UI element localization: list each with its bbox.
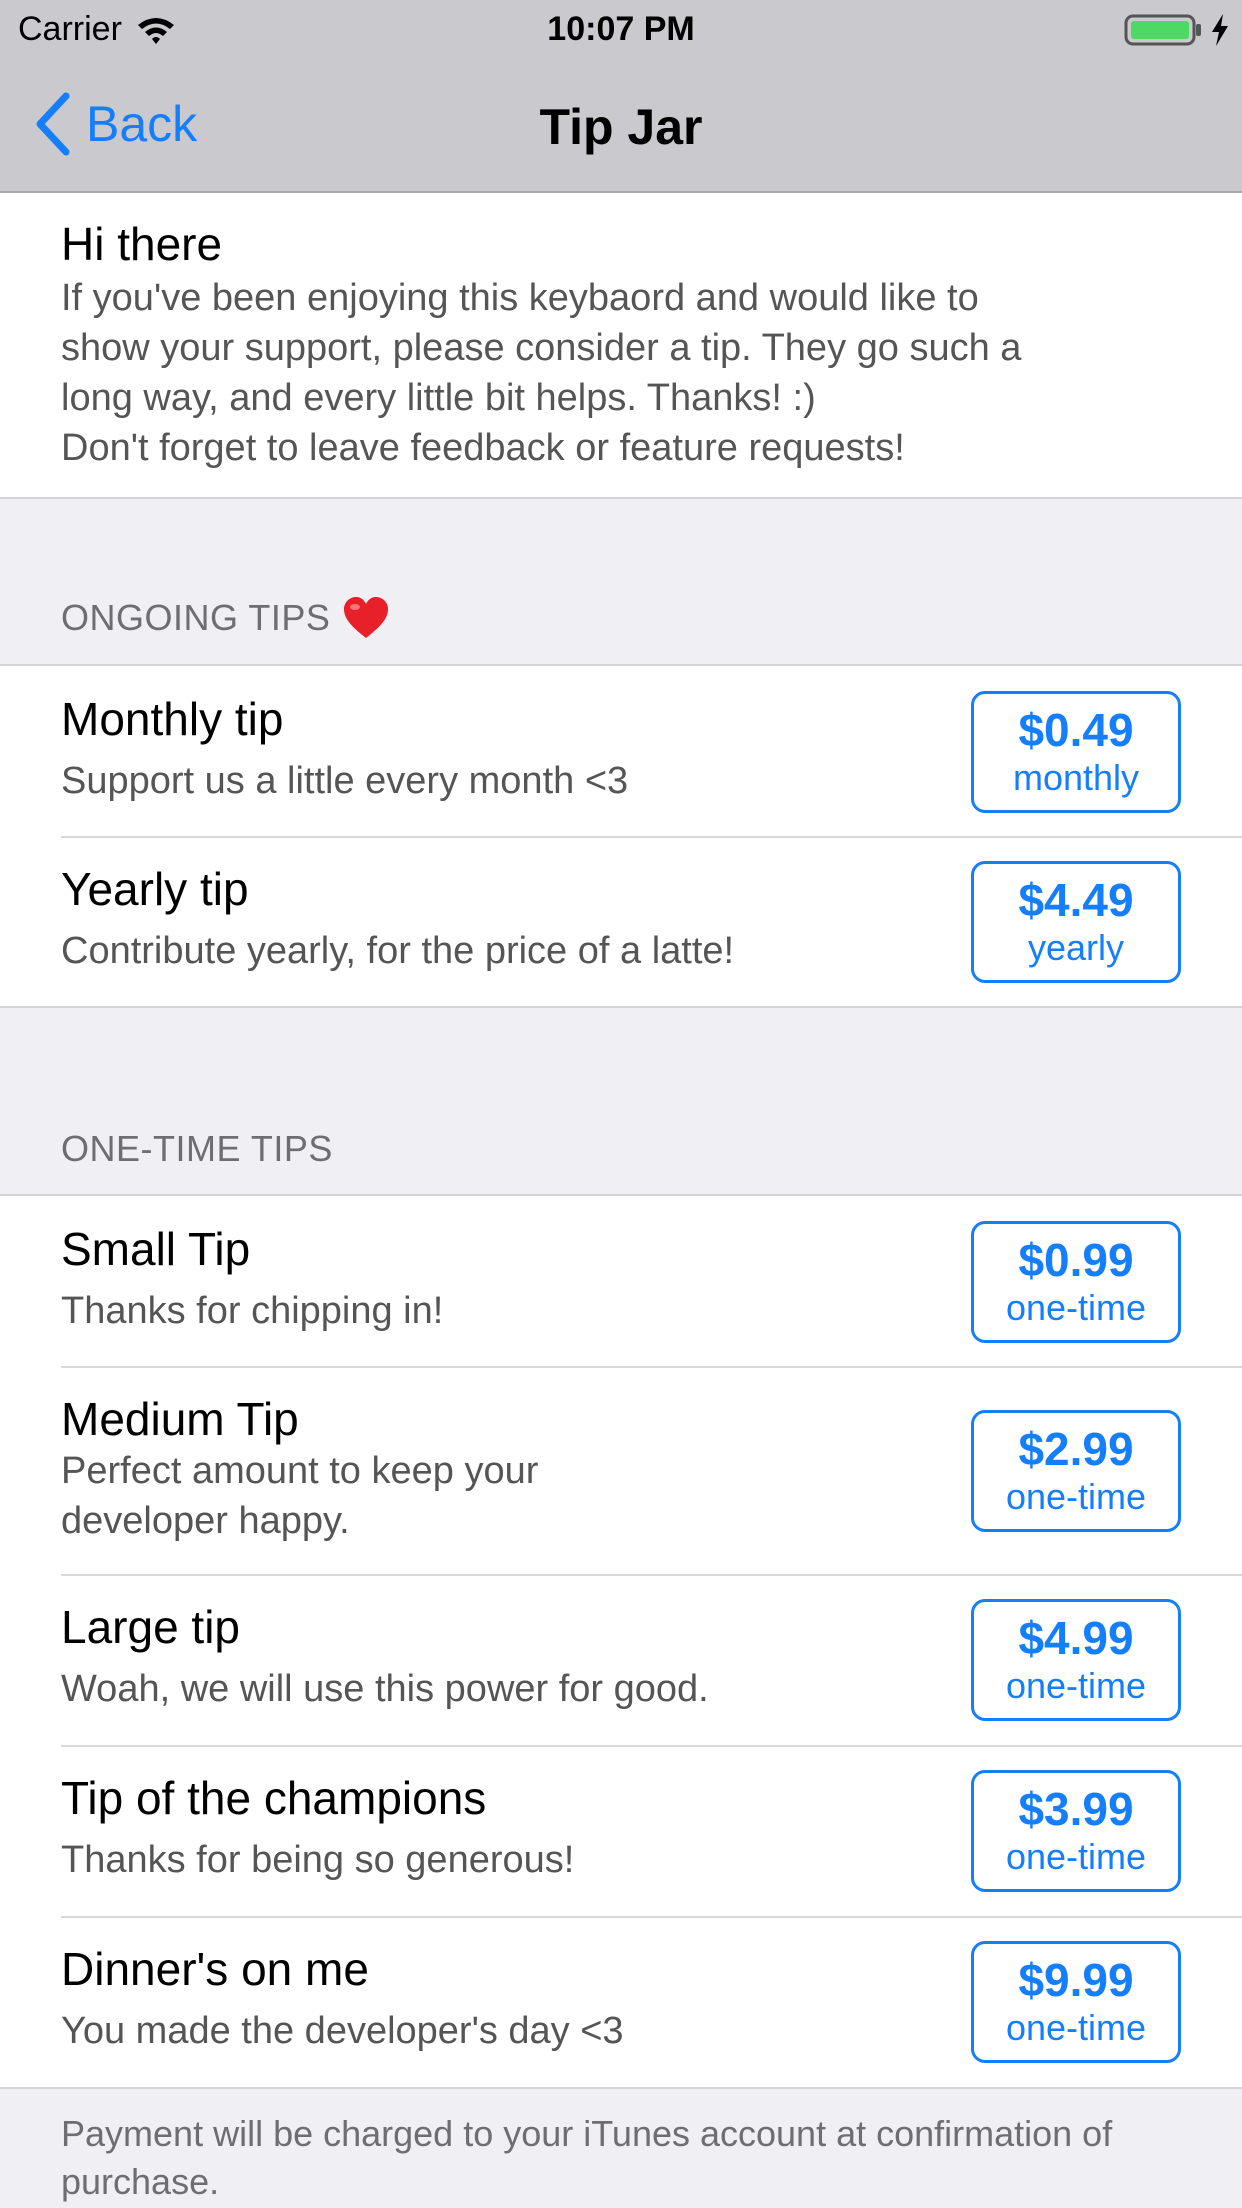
tip-subtitle: Thanks for chipping in!	[61, 1290, 444, 1332]
buy-dinner-tip-button[interactable]: $9.99 one-time	[971, 1941, 1181, 2063]
section-header-one-time: ONE-TIME TIPS	[61, 1128, 333, 1170]
buy-small-tip-button[interactable]: $0.99 one-time	[971, 1221, 1181, 1343]
price-period: yearly	[1027, 927, 1125, 968]
tip-title: Tip of the champions	[61, 1772, 487, 1824]
intro-body: If you've been enjoying this keybaord an…	[61, 277, 1022, 469]
tip-row-champions[interactable]: Tip of the champions Thanks for being so…	[0, 1745, 1242, 1916]
price-amount: $4.99	[1018, 1612, 1134, 1664]
tip-row-monthly[interactable]: Monthly tip Support us a little every mo…	[0, 666, 1242, 836]
intro-card: Hi there If you've been enjoying this ke…	[0, 193, 1242, 499]
section-header-label: ONE-TIME TIPS	[61, 1128, 333, 1169]
tip-row-small[interactable]: Small Tip Thanks for chipping in! $0.99 …	[0, 1196, 1242, 1366]
tip-subtitle: You made the developer's day <3	[61, 2010, 624, 2052]
page-title: Tip Jar	[539, 99, 703, 155]
buy-monthly-tip-button[interactable]: $0.49 monthly	[971, 691, 1181, 813]
tip-subtitle: Perfect amount to keep your developer ha…	[61, 1450, 539, 1542]
tip-row-yearly[interactable]: Yearly tip Contribute yearly, for the pr…	[0, 836, 1242, 1006]
tip-title: Monthly tip	[61, 693, 284, 745]
price-period: one-time	[1005, 1836, 1147, 1877]
price-period: one-time	[1005, 1287, 1147, 1328]
tip-title: Small Tip	[61, 1223, 251, 1275]
price-amount: $2.99	[1018, 1423, 1134, 1475]
tip-title: Large tip	[61, 1601, 241, 1653]
buy-champions-tip-button[interactable]: $3.99 one-time	[971, 1770, 1181, 1892]
tip-subtitle: Thanks for being so generous!	[61, 1839, 575, 1881]
heart-icon	[344, 597, 389, 638]
buy-large-tip-button[interactable]: $4.99 one-time	[971, 1599, 1181, 1721]
price-period: one-time	[1005, 1476, 1147, 1517]
ongoing-tips-table: Monthly tip Support us a little every mo…	[0, 664, 1242, 1008]
price-amount: $4.49	[1018, 874, 1134, 926]
tip-subtitle: Support us a little every month <3	[61, 760, 629, 802]
status-time: 10:07 PM	[547, 10, 695, 48]
buy-yearly-tip-button[interactable]: $4.49 yearly	[971, 861, 1181, 983]
one-time-tips-table: Small Tip Thanks for chipping in! $0.99 …	[0, 1194, 1242, 2089]
price-amount: $9.99	[1018, 1954, 1134, 2006]
price-amount: $0.99	[1018, 1234, 1134, 1286]
buy-medium-tip-button[interactable]: $2.99 one-time	[971, 1410, 1181, 1532]
price-period: monthly	[1012, 757, 1140, 798]
tip-title: Dinner's on me	[61, 1943, 369, 1995]
payment-footer-note: Payment will be charged to your iTunes a…	[61, 2113, 1113, 2202]
tip-title: Medium Tip	[61, 1393, 299, 1445]
charging-bolt-icon	[1212, 14, 1228, 46]
tip-subtitle: Woah, we will use this power for good.	[61, 1668, 709, 1710]
section-header-label: ONGOING TIPS	[61, 597, 331, 638]
battery-icon	[1124, 14, 1201, 46]
price-amount: $0.49	[1018, 704, 1134, 756]
status-battery-group	[1124, 12, 1230, 48]
price-amount: $3.99	[1018, 1783, 1134, 1835]
tip-row-dinner[interactable]: Dinner's on me You made the developer's …	[0, 1916, 1242, 2087]
section-header-ongoing: ONGOING TIPS	[61, 596, 390, 640]
tip-title: Yearly tip	[61, 863, 249, 915]
tip-row-medium[interactable]: Medium Tip Perfect amount to keep your d…	[0, 1366, 1242, 1574]
intro-title: Hi there	[61, 218, 223, 270]
tip-row-large[interactable]: Large tip Woah, we will use this power f…	[0, 1574, 1242, 1745]
navigation-bar: Back Tip Jar	[0, 60, 1242, 193]
status-bar: Carrier 10:07 PM	[0, 0, 1242, 60]
tip-subtitle: Contribute yearly, for the price of a la…	[61, 930, 735, 972]
price-period: one-time	[1005, 2007, 1147, 2048]
price-period: one-time	[1005, 1665, 1147, 1706]
